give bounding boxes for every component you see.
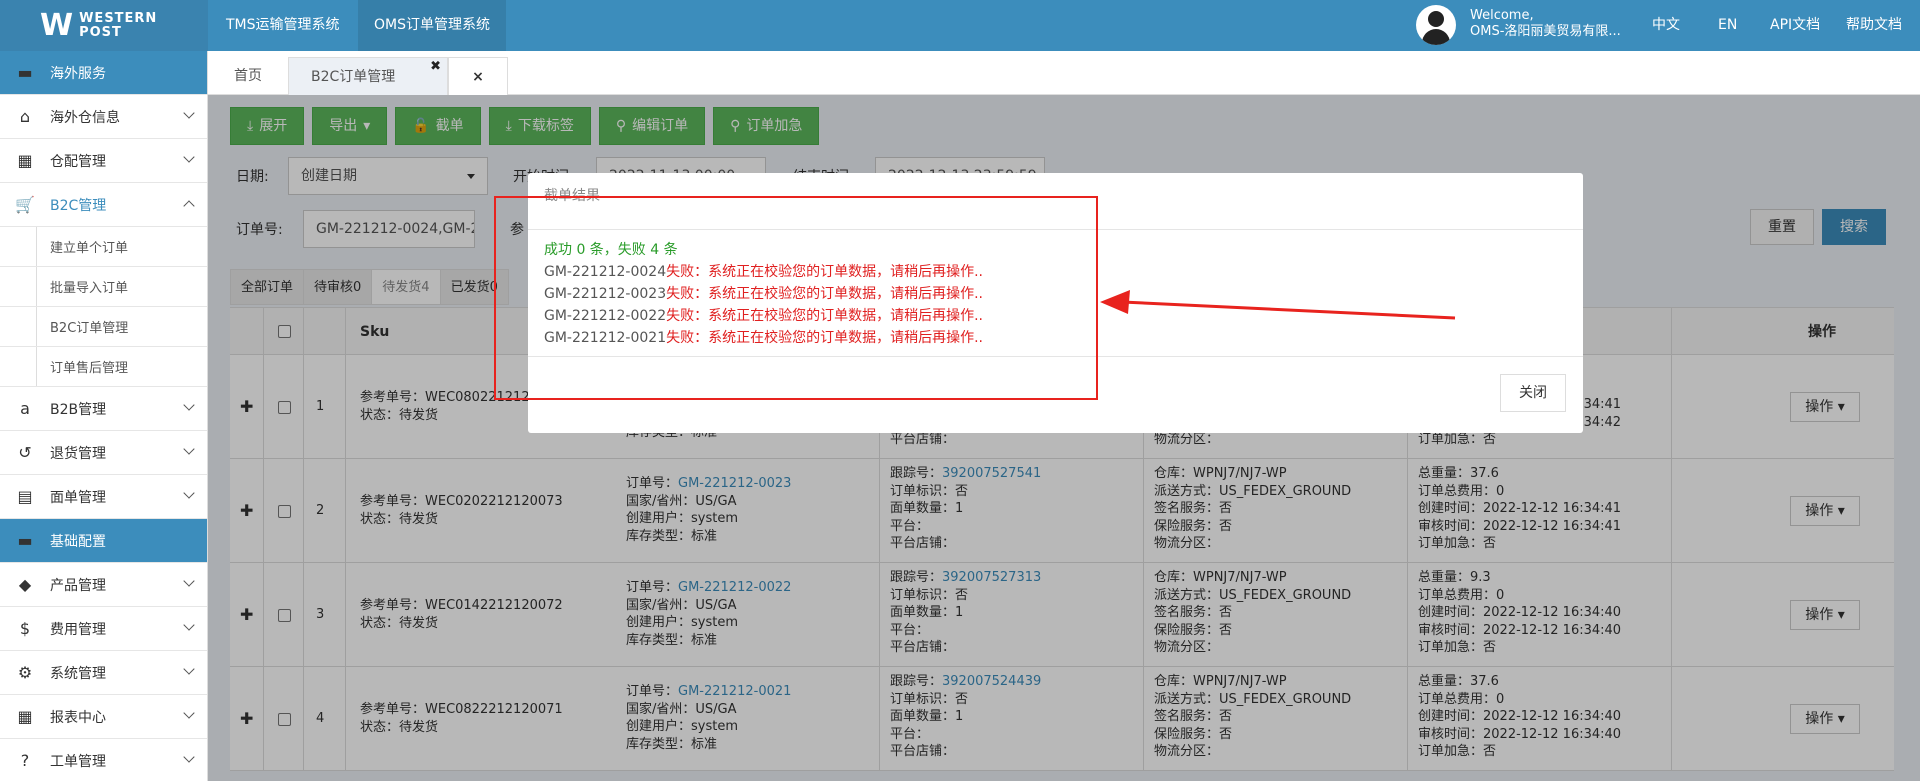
sidebar-sub-aftersale[interactable]: 订单售后管理 (0, 347, 207, 387)
chevron-down-icon (183, 707, 195, 719)
logo[interactable]: W WESTERN POST (0, 0, 208, 51)
sidebar: ▬ 海外服务 ⌂ 海外仓信息 ▦ 仓配管理 🛒 B2C管理 建立单个订单 批量导… (0, 51, 208, 781)
chevron-down-icon (183, 487, 195, 499)
tab-b2c-orders[interactable]: B2C订单管理 ✖ (288, 57, 448, 95)
cart-icon: 🛒 (15, 195, 35, 214)
chevron-down-icon (183, 751, 195, 763)
sidebar-item-tickets[interactable]: ? 工单管理 (0, 739, 207, 781)
folder-icon: ▬ (17, 63, 33, 82)
close-all-tabs-button[interactable]: × (448, 57, 508, 95)
sidebar-item-label: 退货管理 (50, 445, 106, 462)
chevron-down-icon (183, 151, 195, 163)
sidebar-item-label: 海外仓信息 (50, 109, 120, 126)
amazon-icon: a (20, 399, 30, 418)
sidebar-item-b2b[interactable]: a B2B管理 (0, 387, 207, 431)
sidebar-item-label: B2C管理 (50, 197, 107, 214)
sidebar-section-base[interactable]: ▬ 基础配置 (0, 519, 207, 563)
dollar-icon: $ (19, 619, 31, 638)
annotation-highlight-box (494, 196, 1098, 400)
sidebar-item-labels[interactable]: ▤ 面单管理 (0, 475, 207, 519)
sidebar-item-label: B2B管理 (50, 401, 107, 418)
tab-home[interactable]: 首页 (212, 57, 284, 95)
sidebar-item-label: 费用管理 (50, 621, 106, 638)
logo-mark: W (40, 7, 73, 43)
lang-en-link[interactable]: EN (1718, 0, 1737, 51)
user-avatar-icon[interactable] (1416, 5, 1456, 45)
sidebar-item-label: 仓配管理 (50, 153, 106, 170)
chevron-up-icon (183, 200, 195, 212)
logo-text: WESTERN POST (79, 10, 158, 40)
grid-icon: ▦ (17, 151, 33, 170)
return-icon: ↺ (18, 443, 32, 462)
sidebar-item-label: 产品管理 (50, 577, 106, 594)
lang-zh-link[interactable]: 中文 (1652, 0, 1680, 51)
page-tabs-bar: 首页 B2C订单管理 ✖ × (208, 51, 1920, 95)
sidebar-sub-batch-import[interactable]: 批量导入订单 (0, 267, 207, 307)
sidebar-item-products[interactable]: ◆ 产品管理 (0, 563, 207, 607)
user-name: OMS-洛阳丽美贸易有限... (1470, 24, 1621, 39)
document-icon: ▤ (17, 487, 33, 506)
sidebar-section-overseas[interactable]: ▬ 海外服务 (0, 51, 207, 95)
sidebar-item-returns[interactable]: ↺ 退货管理 (0, 431, 207, 475)
sidebar-item-label: 报表中心 (50, 709, 106, 726)
sidebar-item-b2c[interactable]: 🛒 B2C管理 (0, 183, 207, 227)
sidebar-item-label: 系统管理 (50, 665, 106, 682)
sidebar-section-label: 海外服务 (50, 65, 106, 82)
gear-icon: ⚙ (17, 663, 33, 682)
system-tab-oms[interactable]: OMS订单管理系统 (358, 0, 506, 51)
question-icon: ? (20, 751, 30, 770)
chevron-down-icon (183, 663, 195, 675)
chevron-down-icon (183, 399, 195, 411)
api-doc-link[interactable]: API文档 (1770, 0, 1820, 51)
sidebar-sub-b2c-orders[interactable]: B2C订单管理 (0, 307, 207, 347)
home-icon: ⌂ (19, 107, 31, 126)
close-button[interactable]: 关闭 (1500, 374, 1566, 412)
tag-icon: ◆ (18, 575, 32, 594)
logo-line-2: POST (79, 24, 122, 40)
help-doc-link[interactable]: 帮助文档 (1846, 0, 1902, 51)
sidebar-item-label: 工单管理 (50, 753, 106, 770)
chevron-down-icon (183, 575, 195, 587)
welcome-text[interactable]: Welcome, OMS-洛阳丽美贸易有限... (1470, 8, 1621, 40)
table-icon: ▦ (17, 707, 33, 726)
sidebar-sub-create-order[interactable]: 建立单个订单 (0, 227, 207, 267)
chevron-down-icon (183, 443, 195, 455)
tab-label: B2C订单管理 (311, 69, 396, 85)
folder-icon: ▬ (17, 531, 33, 550)
sidebar-item-warehouse-dist[interactable]: ▦ 仓配管理 (0, 139, 207, 183)
system-tab-tms[interactable]: TMS运输管理系统 (210, 0, 356, 51)
logo-line-1: WESTERN (79, 10, 158, 26)
sidebar-item-overseas-warehouse[interactable]: ⌂ 海外仓信息 (0, 95, 207, 139)
sidebar-item-reports[interactable]: ▦ 报表中心 (0, 695, 207, 739)
chevron-down-icon (183, 107, 195, 119)
sidebar-item-fees[interactable]: $ 费用管理 (0, 607, 207, 651)
sidebar-item-label: 面单管理 (50, 489, 106, 506)
sidebar-section-label: 基础配置 (50, 533, 106, 550)
top-navbar: W WESTERN POST TMS运输管理系统 OMS订单管理系统 Welco… (0, 0, 1920, 51)
chevron-down-icon (183, 619, 195, 631)
sidebar-item-system[interactable]: ⚙ 系统管理 (0, 651, 207, 695)
welcome-label: Welcome, (1470, 8, 1534, 23)
close-tab-icon[interactable]: ✖ (430, 51, 441, 86)
